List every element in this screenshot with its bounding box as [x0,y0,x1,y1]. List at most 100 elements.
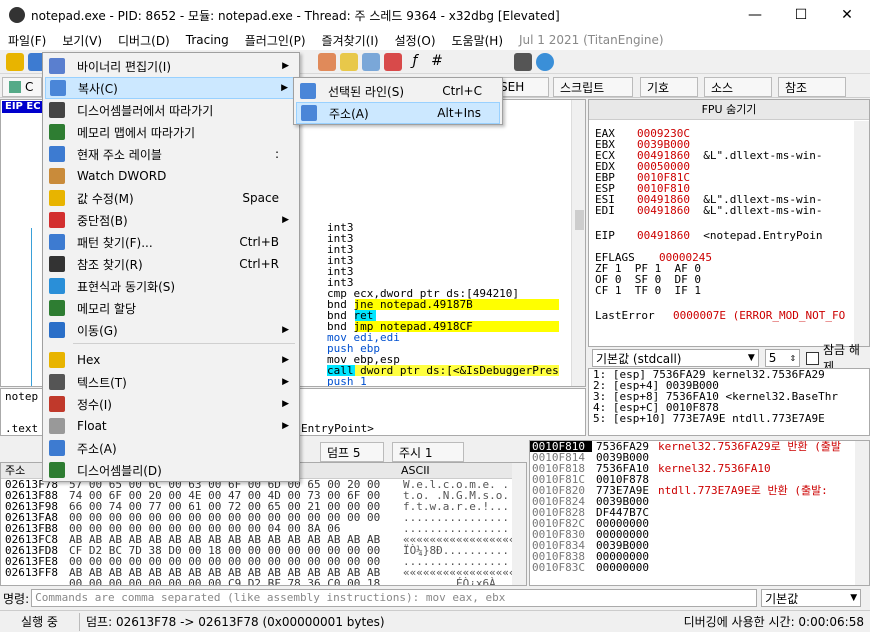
context-item-item2[interactable]: 디스어셈블러에서 따라가기 [45,99,297,121]
menu-debug[interactable]: 디버그(D) [110,32,178,49]
context-item-f[interactable]: 패턴 찾기(F)... Ctrl+B [45,231,297,253]
minimize-button[interactable]: — [732,0,778,30]
context-item-watchdword[interactable]: Watch DWORD [45,165,297,187]
address-icon [49,440,65,456]
stack-scrollbar[interactable] [855,441,869,585]
context-item-m[interactable]: 값 수정(M) Space [45,187,297,209]
stack-pane[interactable]: 0010F810 7536FA29 kernel32.7536FA29로 반환 (출… [529,440,870,586]
asm-listing[interactable]: int3 int3 int3 int3 int3 int3 cmp ecx,dword pt… [327,222,559,386]
close-button[interactable]: ✕ [824,0,870,30]
tab-dump5[interactable]: 덤프 5 [320,442,384,462]
tab-source[interactable]: 소스 [704,77,772,97]
context-item-d[interactable]: 디스어셈블리(D) [45,459,297,481]
context-item-label: 패턴 찾기(F)... [77,235,153,250]
link-icon[interactable] [362,52,380,71]
context-item-label: 이동(G) [77,323,118,338]
copy-selected-lines-item[interactable]: 선택된 라인(S) Ctrl+C [296,80,500,102]
context-item-i[interactable]: 정수(I) ▶ [45,393,297,415]
context-item-hex[interactable]: Hex ▶ [45,349,297,371]
menu-plugins[interactable]: 플러그인(P) [237,32,314,49]
fpu-toggle[interactable]: FPU 숨기기 [589,100,869,120]
disassembly-scrollbar[interactable] [571,100,585,386]
menu-options[interactable]: 설정(O) [387,32,444,49]
memory-icon [49,300,65,316]
bookmark-icon[interactable] [384,52,402,71]
dump-address: 02613FF8 [5,566,58,579]
context-item-item4[interactable]: 현재 주소 레이블: [45,143,297,165]
arg-count-spinner[interactable]: 5 ⇕ [764,349,801,367]
register-row[interactable]: ECX 00491860 &L".dllext-ms-win- [595,150,822,161]
asm-line[interactable]: int3 [327,233,559,244]
asm-line[interactable]: int3 [327,222,559,233]
submenu-label: 주소(A) [329,106,369,121]
context-item-g[interactable]: 이동(G) ▶ [45,319,297,341]
call-args-pane[interactable]: 1: [esp] 7536FA29 kernel32.7536FA29 2: [… [588,368,870,436]
pattern-icon [49,234,65,250]
asm-line[interactable]: int3 [327,255,559,266]
maximize-button[interactable]: ☐ [778,0,824,30]
asm-line[interactable]: int3 [327,244,559,255]
build-date: Jul 1 2021 (TitanEngine) [519,33,664,47]
command-mode-select[interactable]: 기본값 ▼ [761,589,862,607]
debug-state: 실행 중 [0,612,80,631]
open-file-icon[interactable] [6,52,24,71]
binoculars-icon [49,256,65,272]
info-line: notep [5,390,39,403]
stack-row[interactable]: 0010F83C 00000000 [530,562,869,573]
stack-comment: kernel32.7536FA10 [658,462,771,475]
copy-icon [50,80,66,96]
menu-file[interactable]: 파일(F) [0,32,54,49]
context-item-i[interactable]: 바이너리 편집기(I) ▶ [45,55,297,77]
context-item-b[interactable]: 중단점(B) ▶ [45,209,297,231]
tab-references[interactable]: 참조 [778,77,846,97]
function-icon[interactable]: ƒ [406,53,424,71]
menu-favourites[interactable]: 즐겨찾기(I) [314,32,387,49]
menu-tracing[interactable]: Tracing [178,33,237,47]
context-item-shortcut: Ctrl+B [239,235,279,249]
flags-row[interactable]: CF 1 TF 0 IF 1 [595,285,701,296]
context-item-c[interactable]: 복사(C) ▶ [45,77,297,99]
register-row[interactable]: EDI 00491860 &L".dllext-ms-win- [595,205,822,216]
dump-address [1,578,69,585]
menu-bar: 파일(F) 보기(V) 디버그(D) Tracing 플러그인(P) 즐겨찾기(… [0,30,870,50]
command-input[interactable]: Commands are comma separated (like assem… [31,589,758,607]
tab-cpu[interactable]: C [2,77,42,97]
lasterror-row[interactable]: LastError 0000007E (ERROR_MOD_NOT_FO [595,310,845,321]
context-item-r[interactable]: 참조 찾기(R) Ctrl+R [45,253,297,275]
eip-label: EIP EC [2,101,44,113]
context-item-label: 현재 주소 레이블 [77,147,162,162]
stack-value: 00000000 [596,561,649,574]
context-item-label: Hex [77,353,101,367]
tab-script[interactable]: 스크립트 [553,77,633,97]
tab-watch1[interactable]: 주시 1 [392,442,464,462]
submenu-arrow-icon: ▶ [282,355,289,365]
disassembly-icon [49,462,65,478]
menu-view[interactable]: 보기(V) [54,32,110,49]
globe-icon[interactable] [536,52,554,71]
context-item-item3[interactable]: 메모리 맵에서 따라가기 [45,121,297,143]
menu-help[interactable]: 도움말(H) [444,32,512,49]
context-item-float[interactable]: Float ▶ [45,415,297,437]
hash-icon[interactable]: # [428,53,446,71]
registers-pane[interactable]: FPU 숨기기 EAX 0009230C EBX 0039B000 ECX 00491… [588,99,870,347]
context-item-a[interactable]: 주소(A) [45,437,297,459]
sync-icon [49,278,65,294]
eip-register-row[interactable]: EIP 00491860 <notepad.EntryPoin [595,230,822,241]
tab-symbols[interactable]: 기호 [640,77,698,97]
dump-rows: 02613F78 57 00 65 00 6C 00 63 00 6F 00 6D… [1,479,526,585]
comment-icon[interactable] [340,52,358,71]
registers-scrollbar[interactable] [854,121,869,346]
context-item-t[interactable]: 텍스트(T) ▶ [45,371,297,393]
dump-row[interactable]: 00 00 00 00 00 00 00 00 C9 D2 BF 78 36 C… [1,578,526,585]
copy-address-item[interactable]: 주소(A) Alt+Ins [296,102,500,124]
asm-line[interactable]: int3 [327,266,559,277]
script-icon[interactable] [514,52,532,71]
disasm-icon [49,102,65,118]
context-item-item11[interactable]: 메모리 할당 [45,297,297,319]
patch-icon[interactable] [318,52,336,71]
convention-select[interactable]: 기본값 (stdcall) ▼ [592,349,759,367]
context-item-s[interactable]: 표현식과 동기화(S) [45,275,297,297]
unlock-checkbox[interactable] [806,351,819,365]
dump-scrollbar[interactable] [512,463,526,585]
context-item-label: 주소(A) [77,441,117,456]
